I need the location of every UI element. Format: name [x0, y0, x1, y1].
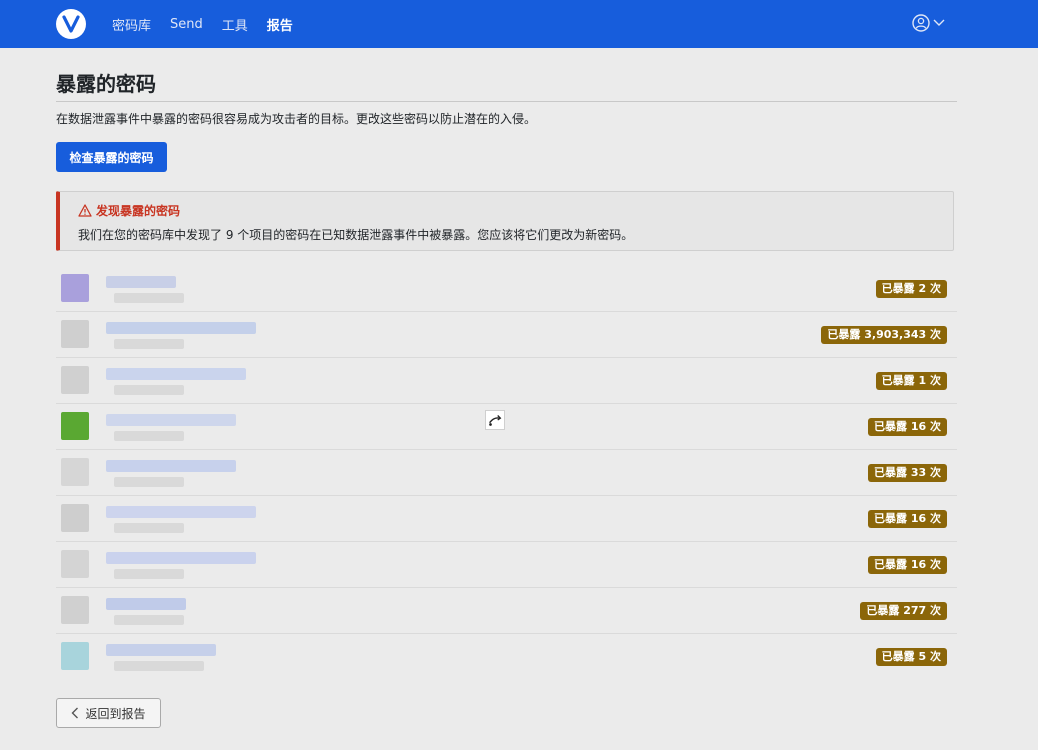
item-icon	[61, 504, 89, 532]
item-username-redacted	[114, 569, 184, 579]
nav-send[interactable]: Send	[170, 17, 203, 32]
alert-message: 我们在您的密码库中发现了 9 个项目的密码在已知数据泄露事件中被暴露。您应该将它…	[78, 228, 634, 242]
list-item[interactable]: 已暴露 16 次	[56, 496, 957, 542]
item-name-redacted[interactable]	[106, 414, 236, 426]
item-username-redacted	[114, 385, 184, 395]
exposed-count-badge: 已暴露 277 次	[860, 602, 947, 620]
item-icon	[61, 412, 89, 440]
item-name-redacted[interactable]	[106, 644, 216, 656]
item-username-redacted	[114, 293, 184, 303]
list-item[interactable]: 已暴露 277 次	[56, 588, 957, 634]
item-icon	[61, 596, 89, 624]
chevron-left-icon	[71, 707, 79, 719]
check-exposed-passwords-button[interactable]: 检查暴露的密码	[56, 142, 167, 172]
item-name-redacted[interactable]	[106, 368, 246, 380]
nav-reports[interactable]: 报告	[267, 15, 293, 34]
top-navbar: 密码库 Send 工具 报告	[0, 0, 1038, 48]
list-item[interactable]: 已暴露 16 次	[56, 404, 957, 450]
item-name-redacted[interactable]	[106, 322, 256, 334]
user-circle-icon	[912, 14, 930, 32]
list-item[interactable]: 已暴露 2 次	[56, 266, 957, 312]
exposed-count-badge: 已暴露 1 次	[875, 372, 947, 390]
item-icon	[61, 642, 89, 670]
alert-title-text: 发现暴露的密码	[96, 204, 181, 218]
back-to-reports-button[interactable]: 返回到报告	[56, 698, 161, 728]
back-button-label: 返回到报告	[85, 706, 146, 721]
item-icon	[61, 458, 89, 486]
list-item[interactable]: 已暴露 1 次	[56, 358, 957, 404]
item-name-redacted[interactable]	[106, 276, 176, 288]
item-username-redacted	[114, 477, 184, 487]
nav-links: 密码库 Send 工具 报告	[112, 0, 312, 48]
exposed-passwords-alert: 发现暴露的密码 我们在您的密码库中发现了 9 个项目的密码在已知数据泄露事件中被…	[56, 191, 954, 251]
exposed-count-badge: 已暴露 16 次	[868, 418, 947, 436]
item-icon	[61, 274, 89, 302]
list-item[interactable]: 已暴露 16 次	[56, 542, 957, 588]
exposed-count-badge: 已暴露 16 次	[868, 556, 947, 574]
list-item[interactable]: 已暴露 5 次	[56, 634, 957, 680]
item-name-redacted[interactable]	[106, 552, 256, 564]
exposed-count-badge: 已暴露 5 次	[875, 648, 947, 666]
nav-tools[interactable]: 工具	[222, 15, 248, 34]
phone-transfer-icon	[485, 410, 505, 430]
item-username-redacted	[114, 615, 184, 625]
item-name-redacted[interactable]	[106, 598, 186, 610]
title-divider	[56, 101, 957, 102]
bitwarden-shield-icon[interactable]	[55, 8, 87, 40]
list-item[interactable]: 已暴露 3,903,343 次	[56, 312, 957, 358]
exposed-count-badge: 已暴露 3,903,343 次	[821, 326, 947, 344]
alert-title: 发现暴露的密码	[78, 202, 180, 219]
item-name-redacted[interactable]	[106, 506, 256, 518]
item-username-redacted	[114, 661, 204, 671]
page-title: 暴露的密码	[56, 72, 156, 96]
item-icon	[61, 550, 89, 578]
item-name-redacted[interactable]	[106, 460, 236, 472]
exposed-count-badge: 已暴露 33 次	[868, 464, 947, 482]
exposed-count-badge: 已暴露 2 次	[875, 280, 947, 298]
page-description: 在数据泄露事件中暴露的密码很容易成为攻击者的目标。更改这些密码以防止潜在的入侵。	[56, 112, 537, 126]
item-icon	[61, 366, 89, 394]
item-username-redacted	[114, 431, 184, 441]
item-username-redacted	[114, 339, 184, 349]
nav-vault[interactable]: 密码库	[112, 15, 151, 34]
item-icon	[61, 320, 89, 348]
caret-down-icon	[933, 19, 945, 26]
account-menu[interactable]	[912, 14, 945, 32]
exposed-items-list: 已暴露 2 次 已暴露 3,903,343 次 已暴露 1 次 已暴露 16 次…	[56, 266, 957, 680]
exposed-count-badge: 已暴露 16 次	[868, 510, 947, 528]
warning-triangle-icon	[78, 204, 92, 217]
item-username-redacted	[114, 523, 184, 533]
list-item[interactable]: 已暴露 33 次	[56, 450, 957, 496]
